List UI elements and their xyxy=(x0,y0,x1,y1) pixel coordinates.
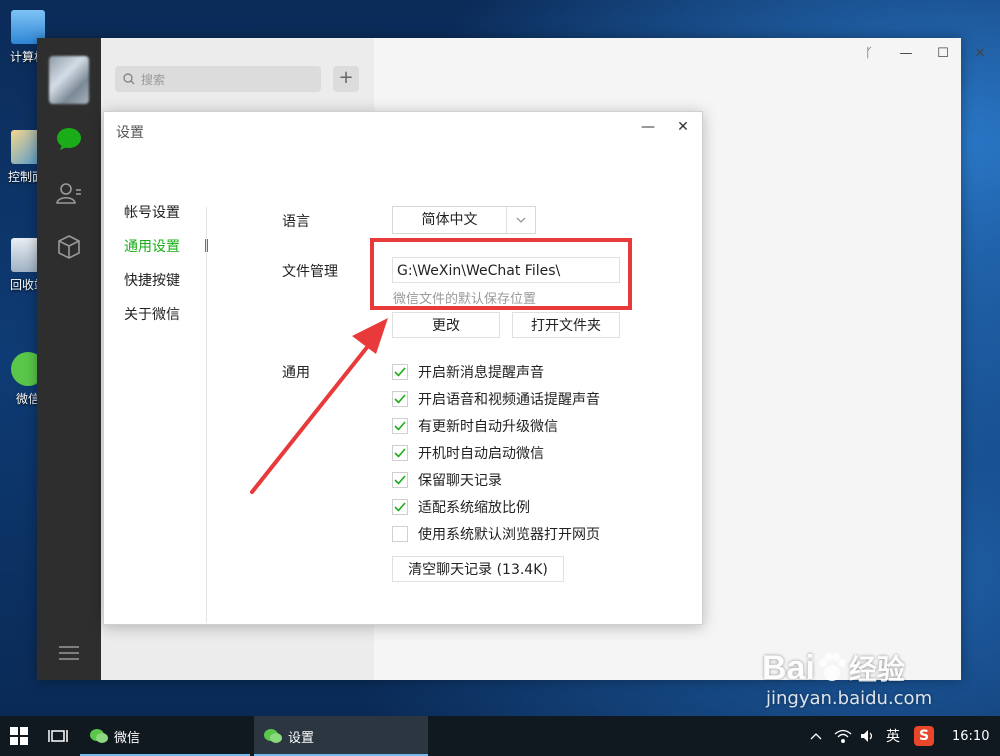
watermark-brand: Bai xyxy=(762,648,815,687)
settings-dialog: 设置 — ✕ 帐号设置 通用设置 快捷按键 关于微信 语言 简体中文 文件管理 … xyxy=(103,111,703,625)
menu-item-about[interactable]: 关于微信 xyxy=(124,304,180,324)
dialog-title: 设置 xyxy=(116,125,144,141)
paw-icon xyxy=(818,653,846,681)
start-button[interactable] xyxy=(10,716,28,756)
volume-icon[interactable] xyxy=(860,716,876,756)
language-value: 简体中文 xyxy=(421,212,478,228)
wechat-nav-bar xyxy=(37,38,101,680)
checkbox-checked[interactable] xyxy=(392,472,408,488)
favorites-icon[interactable] xyxy=(54,232,84,262)
chevron-down-icon xyxy=(506,207,535,233)
clear-history-button[interactable]: 清空聊天记录 (13.4K) xyxy=(392,556,564,582)
baidu-watermark: Bai 经验 jingyan.baidu.com xyxy=(762,648,933,710)
language-select[interactable]: 简体中文 xyxy=(392,206,536,234)
menu-item-shortcuts[interactable]: 快捷按键 xyxy=(124,270,180,290)
option-label: 开启新消息提醒声音 xyxy=(418,365,544,381)
menu-item-account[interactable]: 帐号设置 xyxy=(124,202,180,222)
option-label: 开启语音和视频通话提醒声音 xyxy=(418,392,600,408)
change-button[interactable]: 更改 xyxy=(392,312,500,338)
network-icon[interactable] xyxy=(834,716,852,756)
sogou-ime-icon[interactable]: S xyxy=(914,716,934,756)
general-label: 通用 xyxy=(282,365,310,381)
checkbox-checked[interactable] xyxy=(392,418,408,434)
close-button[interactable]: ✕ xyxy=(970,46,990,61)
task-view-icon xyxy=(48,730,68,742)
menu-icon[interactable] xyxy=(54,638,84,668)
option-label: 保留聊天记录 xyxy=(418,473,502,489)
watermark-url: jingyan.baidu.com xyxy=(766,688,933,709)
maximize-button[interactable]: ☐ xyxy=(933,46,953,61)
option-label: 使用系统默认浏览器打开网页 xyxy=(418,527,600,543)
dialog-minimize-button[interactable]: — xyxy=(639,119,657,135)
language-label: 语言 xyxy=(282,214,310,230)
option-auto-start[interactable]: 开机时自动启动微信 xyxy=(392,443,544,463)
option-label: 适配系统缩放比例 xyxy=(418,500,530,516)
menu-item-general[interactable]: 通用设置 xyxy=(124,236,180,256)
checkbox-checked[interactable] xyxy=(392,499,408,515)
wechat-logo-icon xyxy=(264,729,282,743)
checkbox-checked[interactable] xyxy=(392,364,408,380)
taskbar-app-wechat[interactable]: 微信 xyxy=(80,716,250,756)
checkbox-unchecked[interactable] xyxy=(392,526,408,542)
option-call-sound[interactable]: 开启语音和视频通话提醒声音 xyxy=(392,389,600,409)
watermark-brand2: 经验 xyxy=(848,653,905,686)
taskbar: 微信 设置 英 S 16:10 xyxy=(0,716,1000,756)
tray-chevron-icon[interactable] xyxy=(810,716,822,756)
annotation-highlight-box xyxy=(370,238,632,310)
wechat-logo-icon xyxy=(90,729,108,743)
taskbar-app-label: 微信 xyxy=(114,730,141,746)
search-input[interactable]: 搜索 xyxy=(115,66,321,92)
option-new-message-sound[interactable]: 开启新消息提醒声音 xyxy=(392,362,544,382)
file-management-label: 文件管理 xyxy=(282,264,338,280)
option-default-browser[interactable]: 使用系统默认浏览器打开网页 xyxy=(392,524,600,544)
minimize-button[interactable]: — xyxy=(896,46,916,61)
menu-divider xyxy=(206,207,207,623)
task-view-button[interactable] xyxy=(48,716,68,756)
checkbox-checked[interactable] xyxy=(392,445,408,461)
search-placeholder: 搜索 xyxy=(141,72,166,87)
avatar[interactable] xyxy=(49,56,89,104)
dialog-close-button[interactable]: ✕ xyxy=(674,119,692,135)
taskbar-app-settings[interactable]: 设置 xyxy=(254,716,428,756)
open-folder-button[interactable]: 打开文件夹 xyxy=(512,312,620,338)
search-icon xyxy=(123,73,135,85)
ime-indicator[interactable]: 英 xyxy=(886,716,900,756)
option-label: 开机时自动启动微信 xyxy=(418,446,544,462)
option-scaling[interactable]: 适配系统缩放比例 xyxy=(392,497,530,517)
chat-icon[interactable] xyxy=(54,124,84,154)
windows-icon xyxy=(10,727,28,745)
pin-icon[interactable]: ᚴ xyxy=(859,46,879,61)
option-keep-history[interactable]: 保留聊天记录 xyxy=(392,470,502,490)
option-label: 有更新时自动升级微信 xyxy=(418,419,558,435)
checkbox-checked[interactable] xyxy=(392,391,408,407)
taskbar-app-label: 设置 xyxy=(288,730,315,746)
add-button[interactable]: + xyxy=(333,66,359,92)
option-auto-update[interactable]: 有更新时自动升级微信 xyxy=(392,416,558,436)
contacts-icon[interactable] xyxy=(54,178,84,208)
clock[interactable]: 16:10 xyxy=(952,716,989,756)
